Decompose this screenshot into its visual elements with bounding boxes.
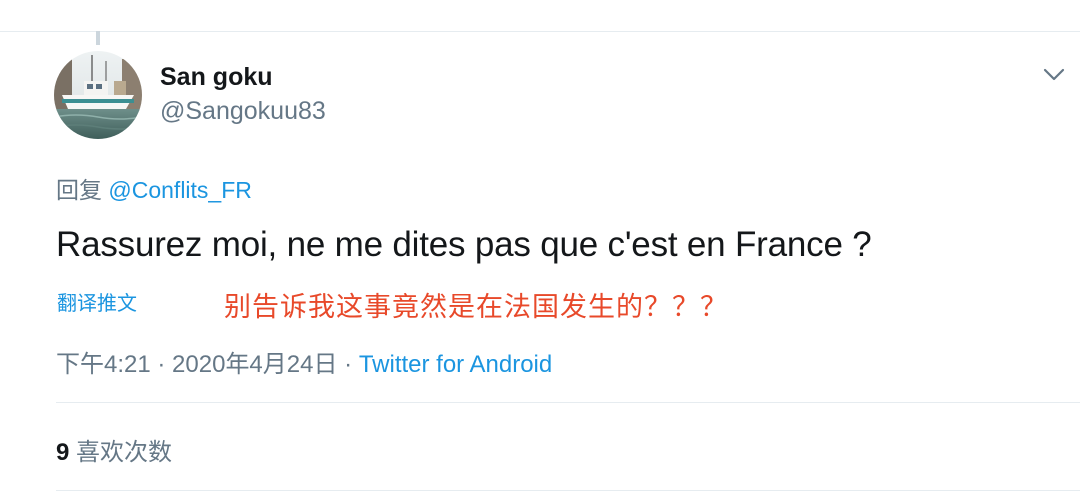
meta-separator: · <box>150 351 173 378</box>
divider <box>56 402 1080 403</box>
likes-label: 喜欢次数 <box>76 439 173 466</box>
likes-stat[interactable]: 9 喜欢次数 <box>56 432 172 467</box>
replying-to: 回复 @Conflits_FR <box>56 171 252 205</box>
chevron-down-icon[interactable] <box>1040 64 1068 86</box>
avatar-photo <box>54 51 142 139</box>
tweet-source-link[interactable]: Twitter for Android <box>359 351 552 378</box>
previous-tweet-edge <box>0 0 1080 32</box>
author-display-name[interactable]: San goku <box>160 63 273 92</box>
thread-connector-line <box>96 31 100 45</box>
author-handle[interactable]: @Sangokuu83 <box>160 97 326 126</box>
translation-annotation: 别告诉我这事竟然是在法国发生的？？？ <box>224 292 728 322</box>
avatar[interactable] <box>54 51 142 139</box>
tweet-date[interactable]: 2020年4月24日 <box>172 351 337 378</box>
translate-tweet-link[interactable]: 翻译推文 <box>57 287 137 316</box>
meta-separator: · <box>337 351 359 378</box>
reply-mention-link[interactable]: @Conflits_FR <box>108 177 252 203</box>
tweet-metadata: 下午4:21 · 2020年4月24日 · Twitter for Androi… <box>56 344 552 379</box>
tweet-page: San goku @Sangokuu83 回复 @Conflits_FR Ras… <box>0 0 1080 503</box>
likes-count: 9 <box>56 439 70 466</box>
divider <box>56 490 1080 491</box>
tweet-time[interactable]: 下午4:21 <box>56 351 151 378</box>
tweet-text: Rassurez moi, ne me dites pas que c'est … <box>56 225 872 264</box>
reply-prefix: 回复 <box>56 177 102 203</box>
